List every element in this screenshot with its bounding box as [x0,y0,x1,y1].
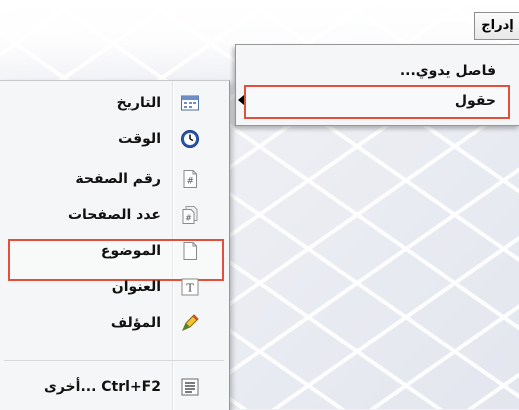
submenu-item-label: عدد الصفحات [67,207,161,223]
submenu-item-label: المؤلف [110,315,161,331]
title-icon: T [181,278,199,296]
svg-text:#: # [187,177,195,187]
submenu-item-label: العنوان [111,279,161,295]
fields-submenu: التاريخ الوقت رقم الصفحة # عدد الصفحات #… [0,80,230,410]
submenu-item-title[interactable]: العنوان T [0,269,229,305]
page-count-icon: # [182,206,198,224]
submenu-item-label: التاريخ [116,95,161,111]
submenu-item-label: رقم الصفحة [75,171,161,187]
list-icon [181,378,199,396]
submenu-item-label: الوقت [118,131,161,147]
svg-text:#: # [185,214,192,223]
submenu-item-subject[interactable]: الموضوع [0,233,229,269]
calendar-icon [181,95,199,111]
insert-menu: فاصل يدوي... حقول [235,44,519,126]
pen-icon [182,314,199,331]
submenu-item-label: أخرى... Ctrl+F2 [44,379,161,395]
submenu-item-page-count[interactable]: عدد الصفحات # [0,197,229,233]
svg-text:T: T [186,282,194,295]
submenu-item-label: الموضوع [100,243,161,259]
submenu-item-time[interactable]: الوقت [0,121,229,157]
submenu-item-other[interactable]: أخرى... Ctrl+F2 [0,369,229,405]
submenu-item-page-number[interactable]: رقم الصفحة # [0,161,229,197]
menu-item-manual-break[interactable]: فاصل يدوي... [400,59,496,83]
page-number-icon: # [183,170,197,188]
menu-item-fields[interactable]: حقول [455,89,496,113]
menu-insert[interactable]: إدراج [474,12,519,40]
submenu-item-date[interactable]: التاريخ [0,85,229,121]
submenu-arrow-icon [238,95,244,105]
submenu-item-author[interactable]: المؤلف [0,305,229,341]
clock-icon [181,130,199,148]
menu-separator [4,360,224,361]
document-icon [183,242,197,260]
